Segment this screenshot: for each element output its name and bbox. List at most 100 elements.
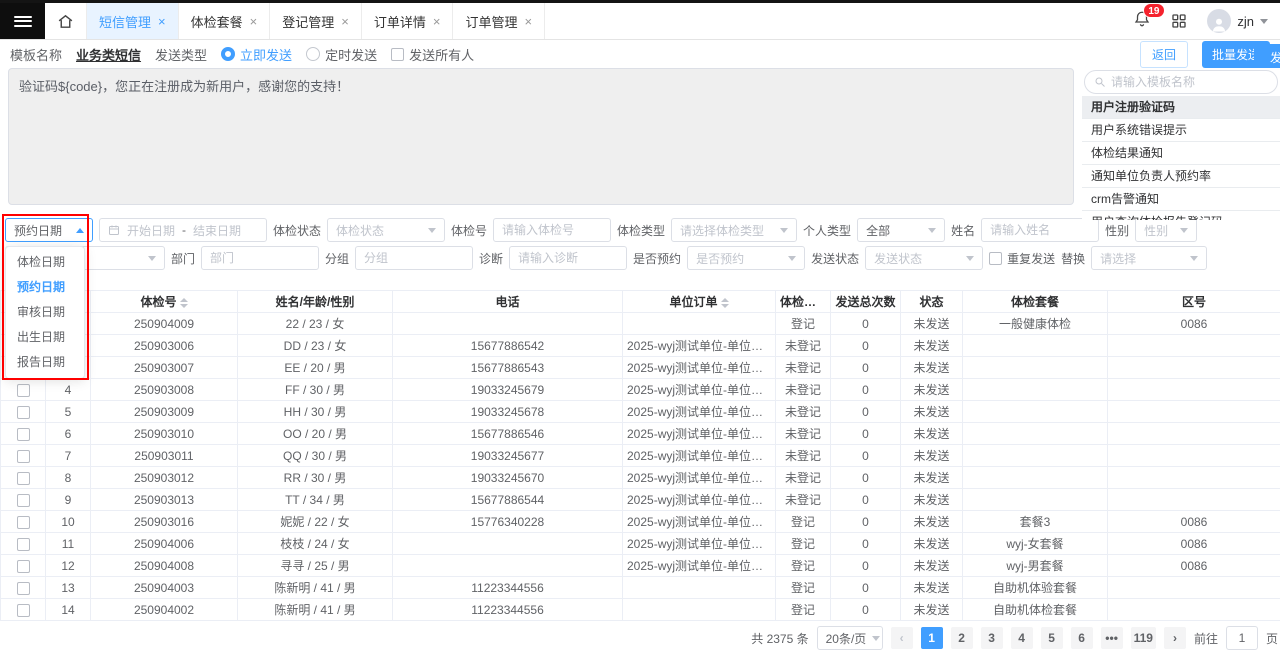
- pagination-bar: 共 2375 条 20条/页 ‹ 123456•••119 › 前往 页: [0, 624, 1280, 652]
- row-checkbox[interactable]: [17, 604, 30, 617]
- user-menu[interactable]: zjn: [1207, 9, 1268, 33]
- dept-input[interactable]: [201, 246, 319, 270]
- row-checkbox[interactable]: [17, 494, 30, 507]
- send-button[interactable]: 发送: [1254, 44, 1280, 71]
- row-checkbox[interactable]: [17, 450, 30, 463]
- reserved-select[interactable]: 是否预约: [687, 246, 805, 270]
- repeat-send-checkbox[interactable]: 重复发送: [989, 250, 1055, 267]
- select-placeholder: 发送状态: [874, 250, 922, 267]
- cell-send_count: 0: [831, 379, 901, 401]
- row-checkbox[interactable]: [17, 538, 30, 551]
- tab-close-icon[interactable]: ×: [341, 15, 349, 28]
- row-checkbox[interactable]: [17, 384, 30, 397]
- date-type-option[interactable]: 报告日期: [6, 350, 84, 375]
- page-ellipsis[interactable]: •••: [1101, 627, 1123, 649]
- person-type-select[interactable]: 全部: [857, 218, 945, 242]
- cell-unit: 2025-wyj测试单位-单位个...: [623, 401, 776, 423]
- next-page-button[interactable]: ›: [1164, 627, 1186, 649]
- col-header[interactable]: 体检号: [91, 291, 238, 313]
- tab-strip: 短信管理×体检套餐×登记管理×订单详情×订单管理×: [87, 3, 545, 39]
- row-checkbox[interactable]: [17, 560, 30, 573]
- template-search-input[interactable]: [1111, 75, 1268, 89]
- cell-area_code: [1108, 379, 1280, 401]
- page-button[interactable]: 5: [1041, 627, 1063, 649]
- exam-type-select[interactable]: 请选择体检类型: [671, 218, 797, 242]
- cell-area_code: [1108, 489, 1280, 511]
- cell-name: OO / 20 / 男: [238, 423, 393, 445]
- template-search-box[interactable]: [1084, 70, 1278, 94]
- back-button[interactable]: 返回: [1140, 41, 1188, 68]
- tab-1[interactable]: 体检套餐×: [179, 3, 271, 39]
- col-header[interactable]: 单位订单: [623, 291, 776, 313]
- page-button[interactable]: 6: [1071, 627, 1093, 649]
- checkbox-label: 重复发送: [1007, 250, 1055, 267]
- template-list-item[interactable]: 体检结果通知: [1082, 142, 1280, 165]
- row-checkbox[interactable]: [17, 516, 30, 529]
- sort-icon[interactable]: [180, 298, 188, 308]
- goto-page-input[interactable]: [1226, 626, 1258, 650]
- template-list-item[interactable]: 用户查询体检报告登记码: [1082, 211, 1280, 220]
- radio-immediate-send[interactable]: 立即发送: [221, 45, 292, 64]
- page-button[interactable]: 3: [981, 627, 1003, 649]
- date-range-picker[interactable]: 开始日期 - 结束日期: [99, 218, 267, 242]
- date-type-option[interactable]: 预约日期: [6, 275, 84, 300]
- row-checkbox[interactable]: [17, 406, 30, 419]
- cell-package: [963, 401, 1108, 423]
- replace-select[interactable]: 请选择: [1091, 246, 1207, 270]
- menu-toggle-button[interactable]: [0, 3, 45, 39]
- template-content-textarea[interactable]: 验证码${code}，您正在注册成为新用户，感谢您的支持！: [8, 68, 1074, 205]
- sort-icon[interactable]: [721, 298, 729, 308]
- template-list-item[interactable]: 用户系统错误提示: [1082, 119, 1280, 142]
- group-label: 分组: [325, 250, 349, 267]
- tab-0[interactable]: 短信管理×: [87, 3, 179, 39]
- tab-2[interactable]: 登记管理×: [270, 3, 362, 39]
- col-header: 发送总次数: [831, 291, 901, 313]
- table-row: 10250903016妮妮 / 22 / 女157763402282025-wy…: [1, 511, 1280, 533]
- tab-3[interactable]: 订单详情×: [362, 3, 454, 39]
- date-type-option[interactable]: 审核日期: [6, 300, 84, 325]
- start-date-placeholder: 开始日期: [127, 222, 175, 239]
- page-button[interactable]: 2: [951, 627, 973, 649]
- send-all-checkbox[interactable]: 发送所有人: [391, 45, 474, 64]
- sms-category-tab[interactable]: 业务类短信: [76, 45, 141, 64]
- template-list-item[interactable]: 用户注册验证码: [1082, 96, 1280, 119]
- cell-area_code: 0086: [1108, 555, 1280, 577]
- date-type-option[interactable]: 出生日期: [6, 325, 84, 350]
- tab-close-icon[interactable]: ×: [158, 15, 166, 28]
- chevron-down-icon: [148, 256, 156, 261]
- tab-close-icon[interactable]: ×: [433, 15, 441, 28]
- home-tab[interactable]: [45, 3, 87, 39]
- exam-status-select[interactable]: 体检状态: [327, 218, 445, 242]
- gender-label: 性别: [1105, 222, 1129, 239]
- diagnosis-input[interactable]: [509, 246, 627, 270]
- template-list-item[interactable]: 通知单位负责人预约率: [1082, 165, 1280, 188]
- row-checkbox[interactable]: [17, 428, 30, 441]
- tab-close-icon[interactable]: ×: [524, 15, 532, 28]
- group-input[interactable]: [355, 246, 473, 270]
- row-checkbox[interactable]: [17, 472, 30, 485]
- send-status-select[interactable]: 发送状态: [865, 246, 983, 270]
- exam-no-input[interactable]: [493, 218, 611, 242]
- gender-select[interactable]: 性别: [1135, 218, 1197, 242]
- col-header: 电话: [393, 291, 623, 313]
- cell-index: 4: [46, 379, 91, 401]
- page-button[interactable]: 119: [1131, 627, 1156, 649]
- tab-4[interactable]: 订单管理×: [453, 3, 545, 39]
- date-type-option[interactable]: 体检日期: [6, 250, 84, 275]
- page-button[interactable]: 1: [921, 627, 943, 649]
- radio-icon: [221, 47, 235, 61]
- prev-page-button[interactable]: ‹: [891, 627, 913, 649]
- apps-grid-icon[interactable]: [1171, 13, 1187, 29]
- row-checkbox[interactable]: [17, 582, 30, 595]
- cell-exam_status: 登记: [776, 511, 831, 533]
- page-button[interactable]: 4: [1011, 627, 1033, 649]
- page-size-select[interactable]: 20条/页: [817, 626, 883, 650]
- tab-close-icon[interactable]: ×: [250, 15, 258, 28]
- name-input[interactable]: [981, 218, 1099, 242]
- radio-scheduled-send[interactable]: 定时发送: [306, 45, 377, 64]
- cell-status: 未发送: [901, 467, 963, 489]
- notifications-button[interactable]: 19: [1133, 10, 1151, 33]
- cell-name: RR / 30 / 男: [238, 467, 393, 489]
- template-list-item[interactable]: crm告警通知: [1082, 188, 1280, 211]
- date-type-select[interactable]: 预约日期: [5, 218, 93, 242]
